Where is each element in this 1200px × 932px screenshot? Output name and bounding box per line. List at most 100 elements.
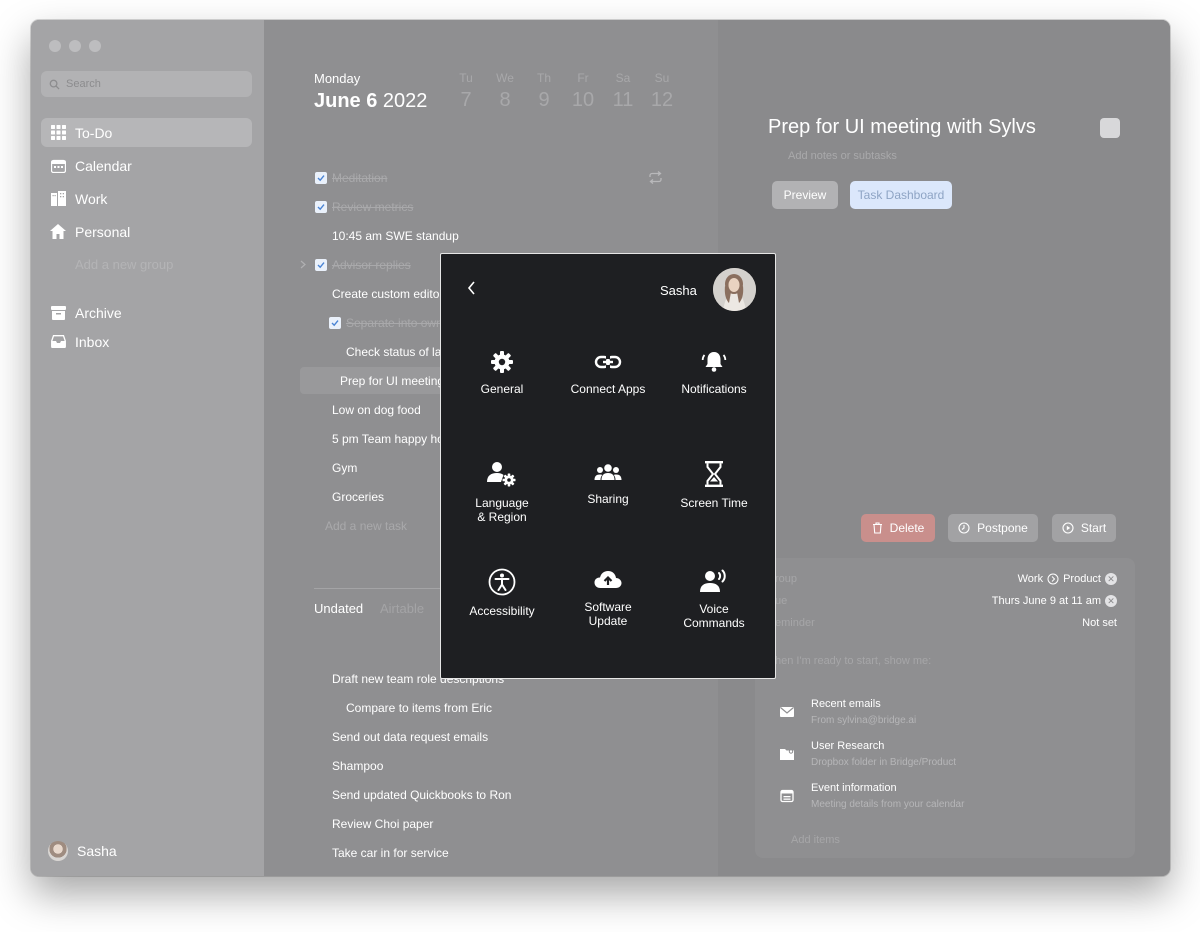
avatar[interactable]	[713, 268, 756, 311]
minimize-window-button[interactable]	[69, 40, 81, 52]
clear-icon[interactable]: ✕	[1105, 573, 1117, 585]
task-checkbox[interactable]	[315, 259, 327, 271]
reminder-value[interactable]: Not set	[1082, 617, 1117, 629]
sidebar-item-label: Archive	[75, 304, 122, 321]
task-item[interactable]: Gym	[332, 461, 357, 475]
settings-software-update[interactable]: Software Update	[555, 568, 661, 628]
task-item[interactable]: 5 pm Team happy hou	[332, 432, 451, 446]
tab-airtable[interactable]: Airtable	[380, 601, 424, 616]
task-item[interactable]: Advisor replies	[332, 258, 411, 272]
search-icon	[49, 79, 60, 90]
sidebar-user[interactable]: Sasha	[48, 841, 117, 861]
task-item[interactable]: 10:45 am SWE standup	[332, 229, 459, 243]
task-item[interactable]: Separate into own	[346, 316, 443, 330]
task-item-selected[interactable]: Prep for UI meeting	[340, 374, 444, 388]
task-dashboard-button[interactable]: Task Dashboard	[850, 181, 952, 209]
week-day-fr[interactable]: Fr 10	[568, 71, 598, 112]
postpone-button[interactable]: Postpone	[948, 514, 1038, 542]
task-title[interactable]: Prep for UI meeting with Sylvs	[768, 116, 1036, 139]
settings-general[interactable]: General	[449, 350, 555, 396]
settings-notifications[interactable]: Notifications	[661, 350, 767, 396]
add-items-button[interactable]: Add items	[791, 834, 840, 846]
settings-voice-commands[interactable]: Voice Commands	[661, 568, 767, 630]
chevron-right-icon[interactable]	[300, 260, 306, 269]
group-value-work: Work	[1017, 573, 1044, 585]
add-group-button[interactable]: Add a new group	[75, 257, 173, 272]
week-day-sa[interactable]: Sa 11	[608, 71, 638, 112]
bell-icon	[701, 352, 727, 372]
task-detail-panel: Prep for UI meeting with Sylvs Add notes…	[718, 20, 1170, 876]
settings-accessibility[interactable]: Accessibility	[449, 568, 555, 618]
sidebar-item-calendar[interactable]: Calendar	[41, 151, 252, 180]
week-day-tu[interactable]: Tu 7	[451, 71, 481, 112]
week-day-we[interactable]: We 8	[490, 71, 520, 112]
close-window-button[interactable]	[49, 40, 61, 52]
hourglass-icon	[705, 461, 723, 487]
settings-connect-apps[interactable]: Connect Apps	[555, 350, 661, 396]
users-icon	[594, 464, 622, 480]
task-checkbox[interactable]	[1100, 118, 1120, 138]
group-value[interactable]: Work Product ✕	[1018, 573, 1117, 585]
settings-language-region[interactable]: Language & Region	[449, 460, 555, 524]
delete-button[interactable]: Delete	[861, 514, 935, 542]
due-value[interactable]: Thurs June 9 at 11 am ✕	[992, 595, 1117, 607]
settings-label: Connect Apps	[570, 382, 646, 396]
settings-label: Notifications	[681, 382, 747, 396]
start-button[interactable]: Start	[1052, 514, 1116, 542]
building-icon	[50, 191, 66, 207]
add-task-button[interactable]: Add a new task	[325, 519, 407, 533]
repeat-icon	[649, 171, 662, 184]
clock-icon	[958, 522, 970, 534]
task-item[interactable]: Send out data request emails	[332, 730, 488, 744]
group-label: roup	[775, 573, 798, 585]
task-item[interactable]: Create custom editor	[332, 287, 443, 301]
task-item[interactable]: Review metrics	[332, 200, 413, 214]
sidebar-item-archive[interactable]: Archive	[41, 298, 252, 327]
resource-title[interactable]: Recent emails	[811, 698, 881, 710]
settings-label-line2: Update	[588, 614, 628, 628]
preview-button[interactable]: Preview	[772, 181, 838, 209]
sidebar-item-work[interactable]: Work	[41, 184, 252, 213]
notes-input[interactable]: Add notes or subtasks	[788, 150, 897, 162]
sidebar-item-todo[interactable]: To-Do	[41, 118, 252, 147]
tab-undated[interactable]: Undated	[314, 601, 363, 616]
task-item[interactable]: Send updated Quickbooks to Ron	[332, 788, 511, 802]
folder-icon	[780, 749, 794, 760]
inbox-icon	[50, 334, 66, 350]
sidebar-item-inbox[interactable]: Inbox	[41, 327, 252, 356]
task-item[interactable]: Review Choi paper	[332, 817, 433, 831]
task-checkbox[interactable]	[329, 317, 341, 329]
month-day: June 6	[314, 90, 378, 112]
due-value-text: Thurs June 9 at 11 am	[991, 595, 1101, 607]
back-chevron-icon[interactable]	[467, 280, 477, 296]
clear-icon[interactable]: ✕	[1105, 595, 1117, 607]
chevron-circle-right-icon	[1047, 573, 1059, 585]
archive-icon	[50, 305, 66, 321]
week-day-th[interactable]: Th 9	[529, 71, 559, 112]
resource-title[interactable]: Event information	[811, 782, 897, 794]
week-day-su[interactable]: Su 12	[647, 71, 677, 112]
settings-label: Language	[475, 496, 529, 510]
resource-title[interactable]: User Research	[811, 740, 884, 752]
task-item[interactable]: Compare to items from Eric	[346, 701, 492, 715]
sidebar-item-personal[interactable]: Personal	[41, 217, 252, 246]
task-item[interactable]: Meditation	[332, 171, 387, 185]
settings-screen-time[interactable]: Screen Time	[661, 460, 767, 510]
task-item[interactable]: Shampoo	[332, 759, 383, 773]
week-day-name: Su	[654, 71, 670, 85]
search-input[interactable]: Search	[41, 71, 252, 97]
avatar	[48, 841, 68, 861]
sidebar-item-label: To-Do	[75, 124, 113, 141]
settings-sharing[interactable]: Sharing	[555, 460, 661, 506]
user-gear-icon	[487, 462, 516, 487]
task-item[interactable]: Low on dog food	[332, 403, 421, 417]
week-day-number: 7	[460, 89, 472, 111]
task-checkbox[interactable]	[315, 172, 327, 184]
task-checkbox[interactable]	[315, 201, 327, 213]
task-item[interactable]: Take car in for service	[332, 846, 449, 860]
task-item[interactable]: Groceries	[332, 490, 384, 504]
week-day-number: 11	[612, 89, 634, 111]
settings-label: Screen Time	[680, 496, 748, 510]
zoom-window-button[interactable]	[89, 40, 101, 52]
task-item[interactable]: Check status of lay	[346, 345, 447, 359]
